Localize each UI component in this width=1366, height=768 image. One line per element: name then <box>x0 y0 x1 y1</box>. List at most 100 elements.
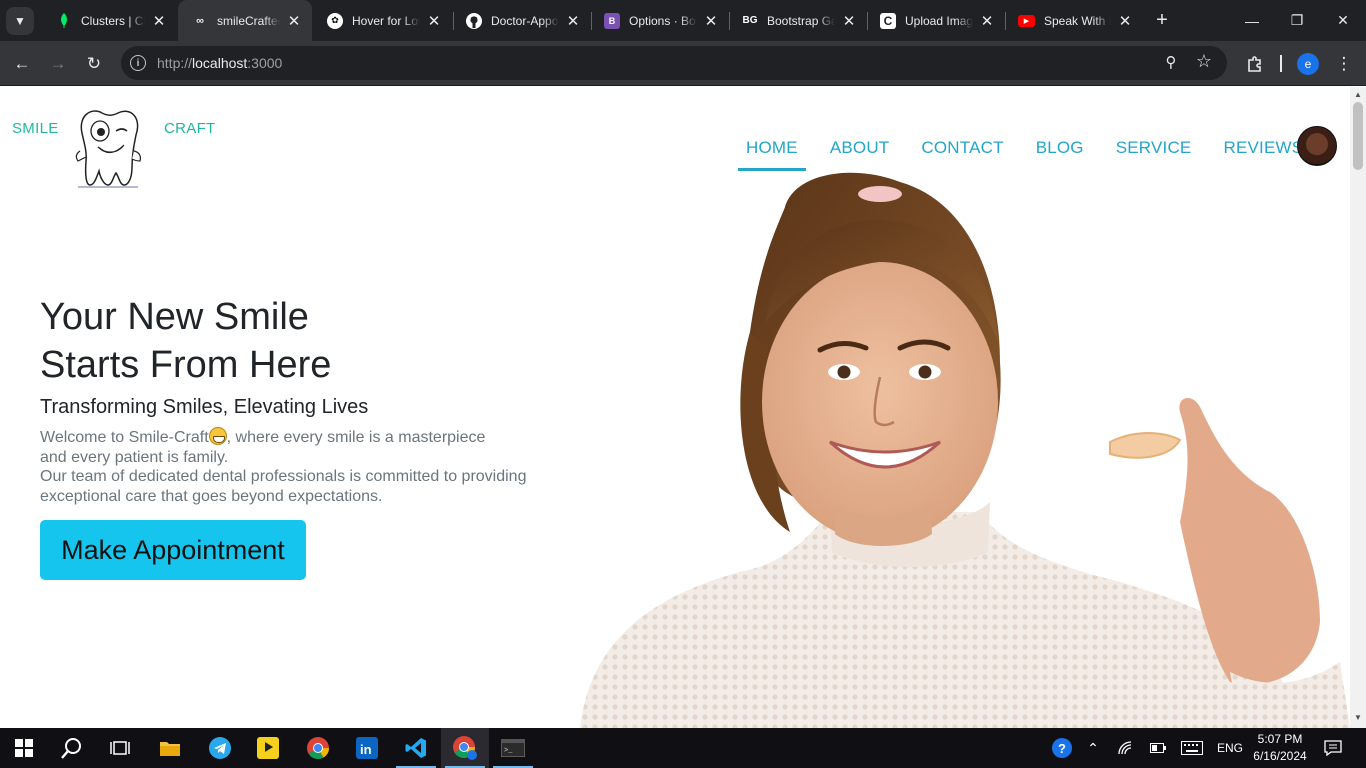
nav-contact[interactable]: CONTACT <box>913 135 1011 171</box>
tooth-mascot-icon[interactable] <box>72 105 146 189</box>
url-scheme: http:// <box>157 55 193 71</box>
language-indicator[interactable]: ENG <box>1212 728 1248 768</box>
forward-button[interactable]: → <box>44 50 72 78</box>
c-icon: C <box>880 12 896 29</box>
svg-text:>_: >_ <box>504 747 513 755</box>
restore-button[interactable]: ❐ <box>1274 0 1320 41</box>
nav-home[interactable]: HOME <box>738 135 806 171</box>
url-port: :3000 <box>247 55 283 71</box>
tab-smilecrafted[interactable]: ∞ smileCrafted ✕ <box>178 0 312 41</box>
file-explorer-icon[interactable] <box>146 728 194 768</box>
hero-text-e: exceptional care that goes beyond expect… <box>40 487 383 505</box>
keyboard-icon[interactable] <box>1178 728 1206 768</box>
scroll-down-icon[interactable]: ▼ <box>1354 713 1362 722</box>
hero-girl-image <box>580 172 1350 728</box>
windows-taskbar: in >_ ? ⌃ ENG 5:07 PM 6/16/2024 <box>0 728 1366 768</box>
browser-toolbar: ← → ↻ i http://localhost:3000 ⚲ ☆ e ⋮ <box>0 41 1366 86</box>
chrome-icon[interactable] <box>294 728 342 768</box>
close-icon[interactable]: ✕ <box>841 12 857 30</box>
nav-about[interactable]: ABOUT <box>822 135 898 171</box>
openai-icon: ✿ <box>327 12 343 29</box>
main-nav: HOME ABOUT CONTACT BLOG SERVICE REVIEWS <box>738 135 1311 171</box>
new-tab-button[interactable]: + <box>1150 8 1174 32</box>
close-window-button[interactable]: ✕ <box>1320 0 1366 41</box>
tab-title: smileCrafted <box>217 13 280 28</box>
tab-title: Options · Bootstrap <box>629 13 697 28</box>
terminal-icon[interactable]: >_ <box>489 728 537 768</box>
tab-bootstrap-options[interactable]: B Options · Bootstrap ✕ <box>590 0 729 41</box>
nav-blog[interactable]: BLOG <box>1028 135 1092 171</box>
zoom-icon[interactable]: ⚲ <box>1161 53 1181 73</box>
github-pages-icon: ∞ <box>196 14 204 27</box>
hero-title-line2: Starts From Here <box>40 344 332 386</box>
bootstrap-icon: B <box>604 12 620 29</box>
minimize-button[interactable]: — <box>1229 0 1275 41</box>
tab-youtube[interactable]: ▶ Speak With Me ✕ <box>1004 0 1143 41</box>
profile-avatar[interactable]: e <box>1297 53 1319 75</box>
github-icon <box>466 12 482 29</box>
tab-title: Hover for Low Vision <box>352 13 420 28</box>
logo-text-left[interactable]: SMILE <box>12 120 59 137</box>
tab-hover-low-vision[interactable]: ✿ Hover for Low Vision ✕ <box>313 0 452 41</box>
back-button[interactable]: ← <box>8 50 36 78</box>
tab-bootstrap-gallery[interactable]: BG Bootstrap Gallery ✕ <box>728 0 867 41</box>
svg-text:?: ? <box>1058 741 1066 756</box>
page-scrollbar[interactable]: ▲ ▼ <box>1350 87 1366 728</box>
tab-title: Upload Image <box>905 13 973 28</box>
make-appointment-button[interactable]: Make Appointment <box>40 520 306 580</box>
tab-title: Speak With Me <box>1044 13 1111 28</box>
close-icon[interactable]: ✕ <box>151 12 167 30</box>
linkedin-icon[interactable]: in <box>343 728 391 768</box>
clock-date: 6/16/2024 <box>1253 749 1307 763</box>
url-host: localhost <box>192 55 248 71</box>
extensions-icon[interactable] <box>1241 50 1269 78</box>
reload-button[interactable]: ↻ <box>80 50 108 78</box>
hero-description: Welcome to Smile-Craft , where every smil… <box>40 427 540 506</box>
browser-tab-strip: ▼ Clusters | Cloud: MongoDB Cloud ✕ ∞ sm… <box>0 0 1366 41</box>
logo-text-right[interactable]: CRAFT <box>164 120 216 137</box>
hero-text-c: and every patient is family. <box>40 448 229 466</box>
grinning-emoji-icon <box>208 427 227 445</box>
close-icon[interactable]: ✕ <box>703 12 719 30</box>
close-icon[interactable]: ✕ <box>1117 12 1133 30</box>
pot-player-icon[interactable] <box>244 728 292 768</box>
system-clock[interactable]: 5:07 PM 6/16/2024 <box>1252 731 1308 765</box>
hero-title-line1: Your New Smile <box>40 296 309 338</box>
task-view-icon[interactable] <box>96 728 144 768</box>
hero-title: Your New Smile Starts From Here <box>40 293 331 389</box>
scrollbar-thumb[interactable] <box>1353 102 1363 170</box>
tab-search-button[interactable]: ▼ <box>6 7 34 35</box>
windows-start-icon[interactable] <box>0 728 48 768</box>
chevron-up-icon[interactable]: ⌃ <box>1082 728 1104 768</box>
site-info-icon[interactable]: i <box>130 55 146 71</box>
search-icon[interactable] <box>48 728 96 768</box>
wifi-icon[interactable] <box>1114 728 1138 768</box>
bg-icon: BG <box>742 15 758 26</box>
hero-text-b: , where every smile is a masterpiece <box>226 429 486 446</box>
notifications-icon[interactable] <box>1318 728 1348 768</box>
tab-title: Bootstrap Gallery <box>767 13 835 28</box>
tab-title: Clusters | Cloud: MongoDB Cloud <box>81 13 145 28</box>
telegram-icon[interactable] <box>196 728 244 768</box>
close-icon[interactable]: ✕ <box>426 12 442 30</box>
tab-upload-image[interactable]: C Upload Image ✕ <box>866 0 1005 41</box>
nav-service[interactable]: SERVICE <box>1108 135 1200 171</box>
address-bar[interactable]: i http://localhost:3000 ⚲ ☆ <box>121 46 1227 80</box>
scroll-up-icon[interactable]: ▲ <box>1354 90 1362 99</box>
close-icon[interactable]: ✕ <box>286 12 302 30</box>
tab-doctor-appointment[interactable]: Doctor-Appointment ✕ <box>452 0 591 41</box>
toolbar-divider <box>1280 55 1282 72</box>
close-icon[interactable]: ✕ <box>979 12 995 30</box>
menu-kebab-icon[interactable]: ⋮ <box>1330 50 1358 78</box>
user-avatar[interactable] <box>1297 126 1337 166</box>
hero-text-d: Our team of dedicated dental professiona… <box>40 468 527 485</box>
url-text[interactable]: http://localhost:3000 <box>157 55 282 71</box>
close-icon[interactable]: ✕ <box>565 12 581 30</box>
youtube-icon: ▶ <box>1018 14 1035 27</box>
help-icon[interactable]: ? <box>1048 728 1076 768</box>
vscode-icon[interactable] <box>392 728 440 768</box>
tab-mongodb[interactable]: Clusters | Cloud: MongoDB Cloud ✕ <box>42 0 177 41</box>
battery-icon[interactable] <box>1146 728 1170 768</box>
chrome-profile-icon[interactable] <box>441 728 489 768</box>
bookmark-star-icon[interactable]: ☆ <box>1194 51 1214 71</box>
